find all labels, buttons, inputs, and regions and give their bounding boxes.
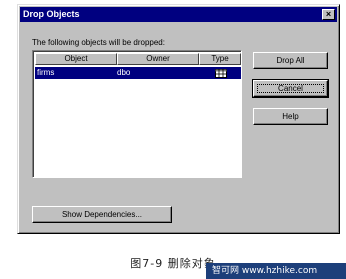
column-header-type[interactable]: Type (199, 53, 241, 65)
focus-rect (257, 84, 324, 93)
table-icon (215, 69, 227, 82)
drop-message: The following objects will be dropped: (32, 38, 165, 47)
show-dependencies-button[interactable]: Show Dependencies... (32, 206, 172, 223)
drop-all-button[interactable]: Drop All (253, 52, 328, 69)
column-header-owner[interactable]: Owner (117, 53, 199, 65)
column-header-object[interactable]: Object (35, 53, 117, 65)
cancel-button[interactable]: Cancel (252, 79, 329, 98)
help-button[interactable]: Help (253, 108, 328, 125)
dialog-title: Drop Objects (23, 9, 80, 19)
page: Drop Objects × The following objects wil… (0, 0, 346, 279)
list-header: Object Owner Type (35, 53, 241, 65)
object-owner: dbo (117, 68, 131, 77)
title-bar: Drop Objects × (20, 7, 337, 22)
drop-objects-dialog: Drop Objects × The following objects wil… (17, 4, 340, 234)
list-item[interactable]: firms dbo (35, 67, 241, 79)
close-button[interactable]: × (322, 9, 335, 20)
close-icon: × (325, 9, 332, 19)
watermark: 智可网 www.hzhike.com (206, 263, 346, 279)
object-name: firms (37, 68, 55, 77)
objects-list[interactable]: Object Owner Type firms dbo (32, 50, 242, 178)
